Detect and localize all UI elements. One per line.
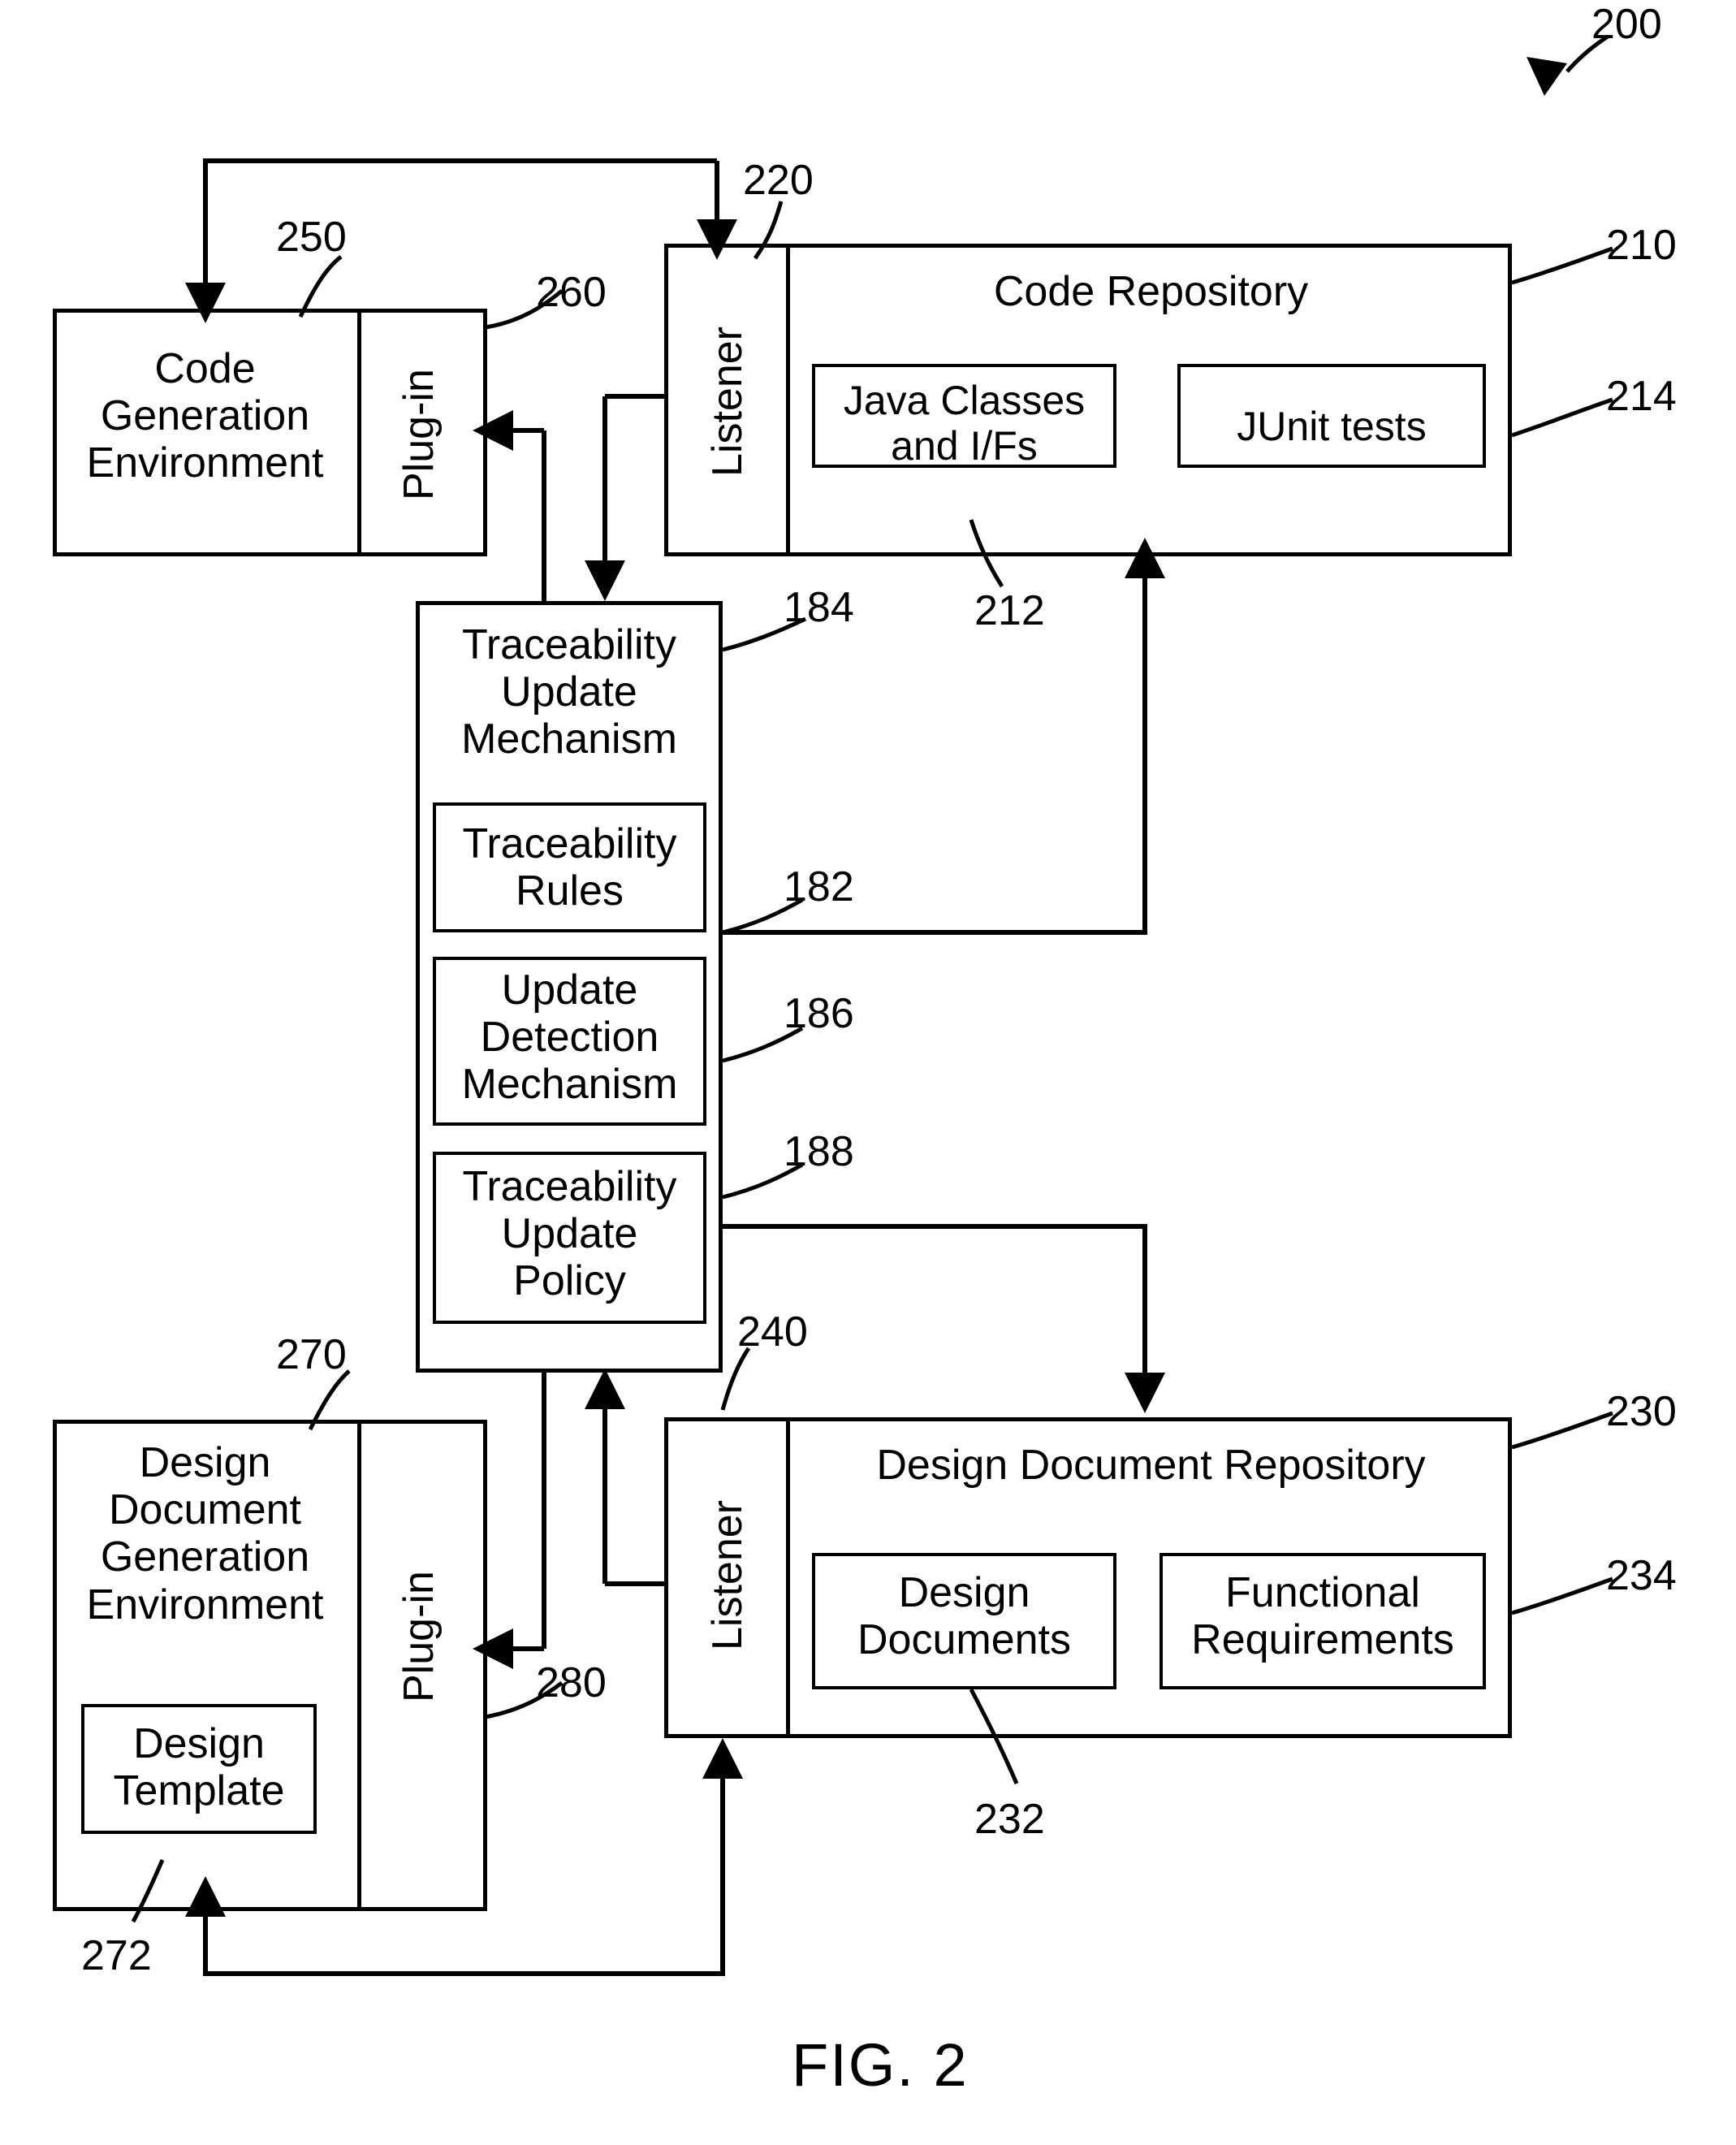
traceability-update-policy-label: Traceability Update Policy — [462, 1163, 677, 1305]
ref-200: 200 — [1591, 1, 1662, 48]
design-repository-listener-label: Listener — [704, 1500, 751, 1651]
leader-234 — [1511, 1576, 1613, 1615]
arrowhead-tum-bottom — [585, 1369, 625, 1409]
ref-260: 260 — [536, 269, 607, 316]
ref-210: 210 — [1606, 222, 1677, 269]
ref-220: 220 — [743, 157, 814, 204]
leader-240 — [720, 1347, 751, 1411]
traceability-rules-label: Traceability Rules — [462, 820, 677, 915]
ref-232: 232 — [974, 1796, 1045, 1843]
functional-requirements-label: Functional Requirements — [1191, 1569, 1454, 1664]
design-template-label: Design Template — [113, 1720, 285, 1815]
ref-240: 240 — [737, 1308, 808, 1356]
ref-250: 250 — [276, 214, 347, 261]
ref-270: 270 — [276, 1331, 347, 1378]
design-documents-label: Design Documents — [857, 1569, 1071, 1664]
ref-280: 280 — [536, 1659, 607, 1706]
leader-230 — [1511, 1411, 1613, 1450]
code-repository-title: Code Repository — [993, 268, 1309, 315]
ref-212: 212 — [974, 587, 1045, 634]
arrowhead-tum-top — [585, 560, 625, 601]
leader-214 — [1511, 397, 1613, 438]
traceability-update-mechanism-label: Traceability Update Mechanism — [461, 621, 677, 763]
code-repository-listener-label: Listener — [704, 327, 751, 478]
ref-230: 230 — [1606, 1388, 1677, 1435]
ref-182: 182 — [784, 863, 854, 910]
figure-caption: FIG. 2 — [792, 2031, 969, 2099]
junit-tests-label: JUnit tests — [1237, 404, 1427, 449]
ref-272: 272 — [81, 1932, 152, 1979]
ref-184: 184 — [784, 584, 854, 631]
ref-188: 188 — [784, 1128, 854, 1175]
leader-210 — [1511, 246, 1613, 285]
ref-234: 234 — [1606, 1552, 1677, 1599]
leader-250 — [298, 255, 343, 318]
ref-186: 186 — [784, 990, 854, 1037]
arrowhead-200 — [1527, 57, 1567, 96]
ref-214: 214 — [1606, 373, 1677, 420]
code-gen-plugin-divider — [357, 309, 361, 556]
java-classes-label: Java Classes and I/Fs — [843, 378, 1086, 469]
design-document-generation-environment-label: Design Document Generation Environment — [86, 1439, 324, 1628]
wire-policy-to-designrepo — [723, 1224, 1147, 1381]
arrowhead-designrepo-top — [1125, 1373, 1165, 1413]
update-detection-mechanism-label: Update Detection Mechanism — [461, 967, 678, 1109]
code-gen-plugin-label: Plug-in — [395, 369, 443, 500]
design-doc-plugin-divider — [357, 1420, 361, 1911]
design-doc-plugin-label: Plug-in — [395, 1571, 443, 1702]
code-generation-environment-label: Code Generation Environment — [86, 345, 324, 487]
arrowhead-listener-240 — [702, 1738, 743, 1779]
design-document-repository-title: Design Document Repository — [876, 1442, 1426, 1489]
patent-figure-2: Code Generation Environment Plug-in List… — [0, 0, 1736, 2145]
